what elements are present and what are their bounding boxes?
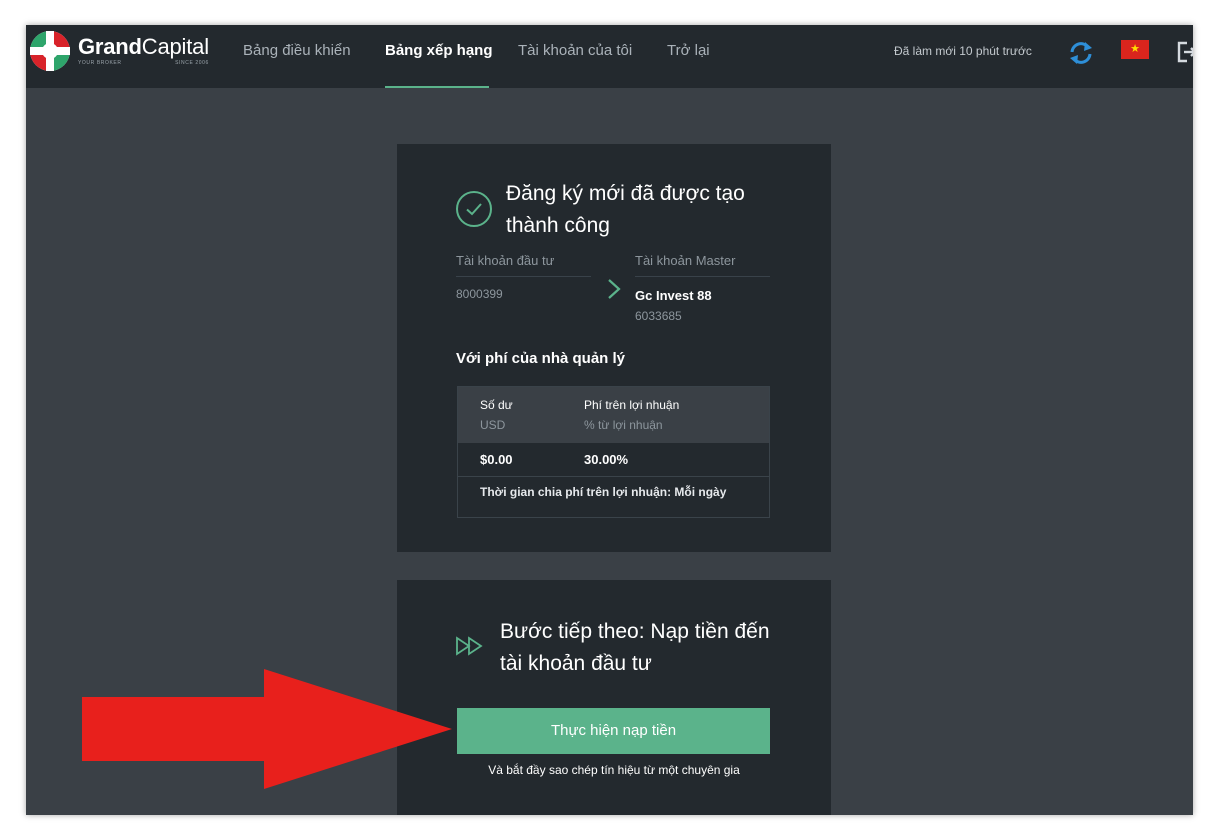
profit-fee-value: 30.00% (584, 452, 629, 467)
logo-mark-icon (30, 31, 70, 71)
red-arrow-annotation-icon (82, 669, 452, 789)
brand-tagline: YOUR BROKER SINCE 2006 (78, 60, 209, 66)
table-header: Số dư USD Phí trên lợi nhuận % từ lợi nh… (458, 387, 769, 443)
investor-account-number: 8000399 (456, 287, 503, 301)
logout-icon[interactable] (1176, 40, 1193, 64)
fee-period-text: Thời gian chia phí trên lợi nhuận: Mỗi n… (480, 485, 727, 499)
sync-icon[interactable] (1068, 40, 1094, 66)
fee-table: Số dư USD Phí trên lợi nhuận % từ lợi nh… (457, 386, 770, 518)
master-account-name[interactable]: Gc Invest 88 (635, 288, 712, 303)
double-chevron-right-icon (456, 636, 483, 656)
master-account-number: 6033685 (635, 309, 682, 323)
deposit-note: Và bắt đầy sao chép tín hiệu từ một chuy… (488, 763, 740, 777)
column-header-balance: Số dư (480, 398, 513, 412)
top-navigation-bar: GrandCapital YOUR BROKER SINCE 2006 Bảng … (26, 25, 1193, 88)
divider (635, 276, 770, 277)
master-account-label: Tài khoản Master (635, 253, 736, 268)
nav-dashboard[interactable]: Bảng điều khiển (243, 42, 351, 59)
nav-back[interactable]: Trở lại (667, 42, 710, 59)
vietnam-flag-icon[interactable]: ★ (1121, 40, 1149, 59)
check-circle-icon (456, 191, 492, 227)
next-step-card: Bước tiếp theo: Nạp tiền đến tài khoản đ… (397, 580, 831, 815)
divider (456, 276, 591, 277)
chevron-right-icon (608, 279, 621, 299)
grandcapital-logo[interactable]: GrandCapital YOUR BROKER SINCE 2006 (28, 29, 209, 73)
balance-value: $0.00 (480, 452, 513, 467)
column-subheader-percent: % từ lợi nhuận (584, 418, 663, 432)
nav-leaderboard[interactable]: Bảng xếp hạng (385, 42, 493, 59)
brand-name: GrandCapital (78, 34, 209, 59)
table-row: $0.00 30.00% (458, 443, 769, 477)
refresh-status: Đã làm mới 10 phút trước (894, 44, 1032, 58)
nav-my-account[interactable]: Tài khoản của tôi (518, 42, 632, 59)
manager-fee-heading: Với phí của nhà quản lý (456, 350, 626, 367)
success-title: Đăng ký mới đã được tạo thành công (506, 182, 745, 237)
make-deposit-button[interactable]: Thực hiện nạp tiền (457, 708, 770, 754)
subscription-success-card: Đăng ký mới đã được tạo thành công Tài k… (397, 144, 831, 552)
investor-account-label: Tài khoản đầu tư (456, 253, 555, 268)
active-tab-indicator (385, 86, 489, 88)
next-step-title: Bước tiếp theo: Nạp tiền đến tài khoản đ… (500, 620, 770, 675)
column-header-profit-fee: Phí trên lợi nhuận (584, 398, 680, 412)
column-subheader-currency: USD (480, 418, 506, 432)
